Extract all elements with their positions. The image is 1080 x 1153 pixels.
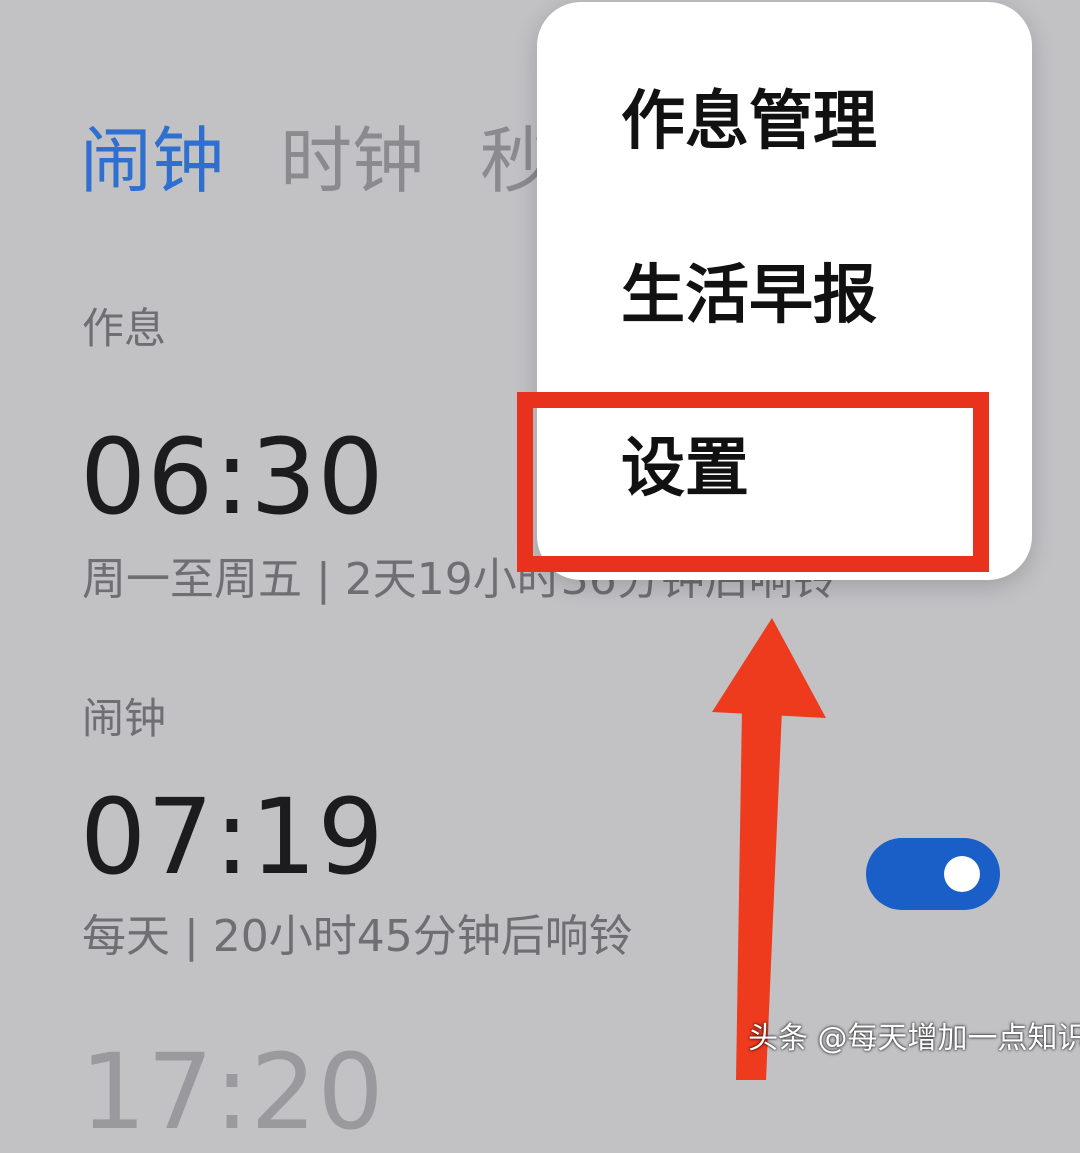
annotation-arrow-icon bbox=[712, 618, 826, 1080]
watermark: 头条 @每天增加一点知识 bbox=[748, 1021, 1080, 1056]
